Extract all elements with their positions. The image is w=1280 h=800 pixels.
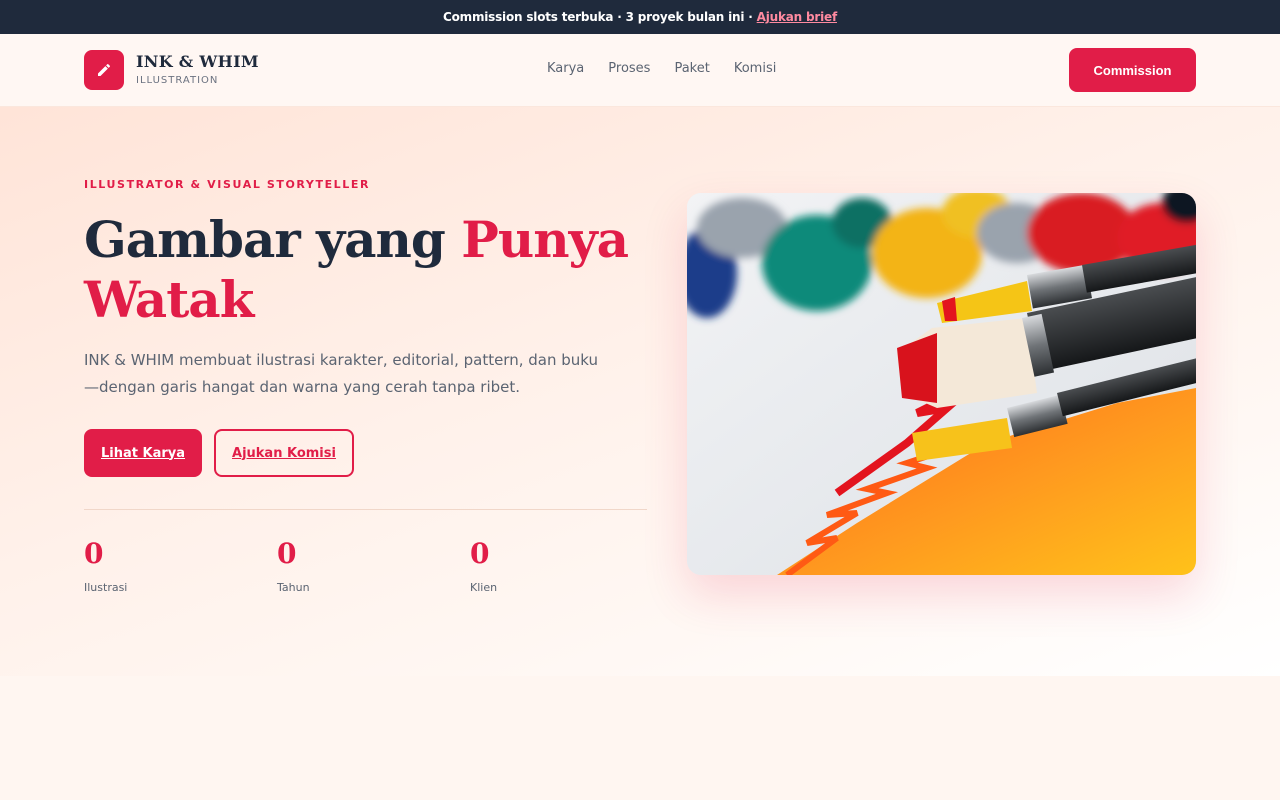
- stat-clients: 0 Klien: [470, 536, 497, 595]
- request-commission-button[interactable]: Ajukan Komisi: [214, 429, 354, 477]
- main-nav: Karya Proses Paket Komisi: [547, 61, 800, 77]
- pencil-icon: [84, 50, 124, 90]
- stat-value: 0: [277, 537, 297, 570]
- hero-image-paintbrushes: [687, 193, 1196, 575]
- stat-label: Tahun: [277, 581, 310, 594]
- stat-illustrations: 0 Ilustrasi: [84, 536, 127, 595]
- brand-logo[interactable]: INK & WHIM ILLUSTRATION: [84, 50, 259, 90]
- stat-years: 0 Tahun: [277, 536, 310, 595]
- lower-section: [0, 676, 1280, 800]
- nav-link-proses[interactable]: Proses: [608, 61, 650, 77]
- announcement-bar: Commission slots terbuka · 3 proyek bula…: [0, 0, 1280, 34]
- brand-name: INK & WHIM: [136, 52, 259, 71]
- nav-link-paket[interactable]: Paket: [674, 61, 709, 77]
- announcement-detail: 3 proyek bulan ini: [625, 10, 745, 24]
- announcement-text: Commission slots terbuka: [443, 10, 614, 24]
- headline-plain: Gambar yang: [84, 210, 446, 269]
- stat-value: 0: [84, 537, 104, 570]
- hero-eyebrow: ILLUSTRATOR & VISUAL STORYTELLER: [84, 178, 371, 191]
- navbar: INK & WHIM ILLUSTRATION Karya Proses Pak…: [0, 34, 1280, 107]
- stats-divider: [84, 509, 647, 510]
- hero-headline: Gambar yang Punya Watak: [84, 210, 644, 330]
- view-work-button[interactable]: Lihat Karya: [84, 429, 202, 477]
- paintbrushes-illustration: [687, 193, 1196, 575]
- stat-label: Klien: [470, 581, 498, 594]
- hero-description: INK & WHIM membuat ilustrasi karakter, e…: [84, 351, 599, 396]
- nav-link-karya[interactable]: Karya: [547, 61, 584, 77]
- announcement-separator: ·: [617, 10, 622, 24]
- announcement-link[interactable]: Ajukan brief: [757, 10, 838, 24]
- nav-link-komisi[interactable]: Komisi: [734, 61, 777, 77]
- brand-subtitle: ILLUSTRATION: [136, 75, 219, 86]
- announcement-separator-2: ·: [748, 10, 753, 24]
- commission-button[interactable]: Commission: [1069, 48, 1196, 92]
- stat-label: Ilustrasi: [84, 581, 128, 594]
- stat-value: 0: [470, 537, 490, 570]
